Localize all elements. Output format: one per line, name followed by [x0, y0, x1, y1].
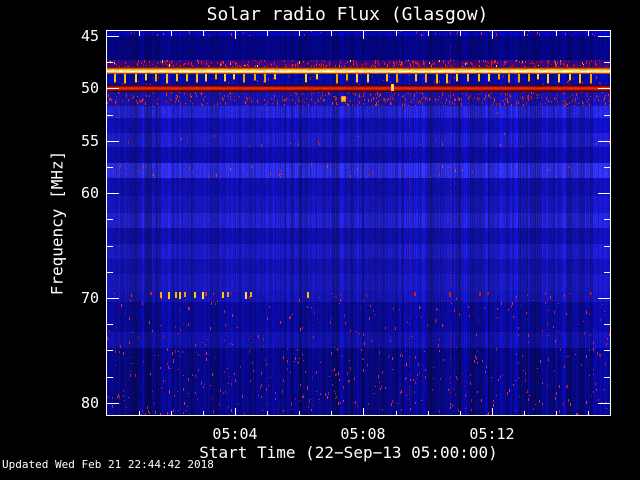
y-tick-label: 55 — [80, 132, 99, 150]
y-tick-label: 45 — [80, 27, 99, 45]
y-tick-label: 60 — [80, 184, 99, 202]
plot-area — [106, 30, 611, 416]
spectrogram-window: Solar radio Flux (Glasgow) Frequency [MH… — [0, 0, 640, 480]
x-tick-label: 05:12 — [469, 425, 515, 443]
spectrogram-canvas — [107, 31, 610, 415]
page-title: Solar radio Flux (Glasgow) — [206, 4, 489, 25]
y-tick-label: 80 — [80, 394, 99, 412]
updated-timestamp: Updated Wed Feb 21 22:44:42 2018 — [2, 458, 214, 471]
x-tick-label: 05:08 — [340, 425, 386, 443]
x-tick-label: 05:04 — [212, 425, 258, 443]
y-tick-label: 50 — [80, 79, 99, 97]
y-tick-label: 70 — [80, 289, 99, 307]
y-axis-title: Frequency [MHz] — [47, 150, 67, 296]
